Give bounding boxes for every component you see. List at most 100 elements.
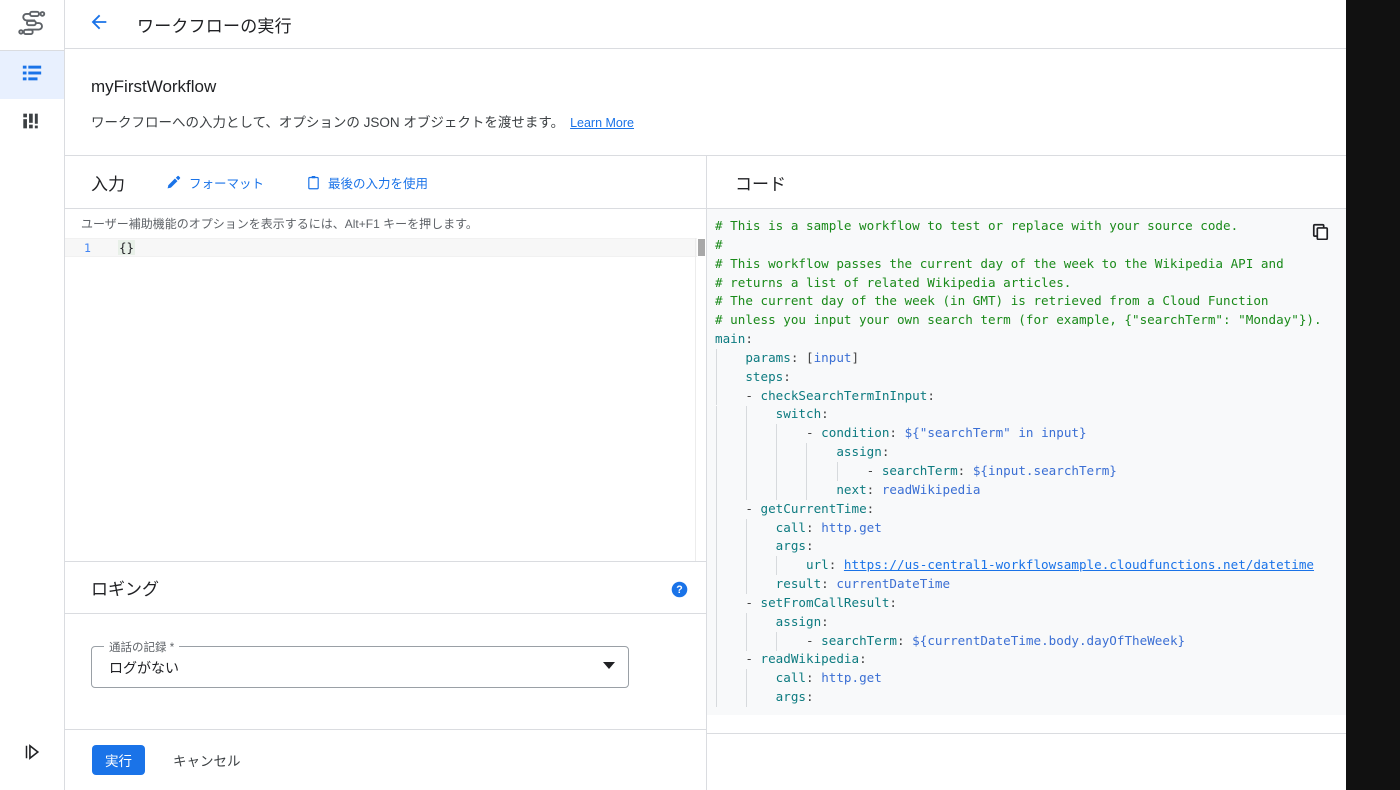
- call-logging-label: 通話の記録 *: [104, 639, 180, 655]
- indent-guide: [715, 688, 717, 708]
- call-logging-select[interactable]: 通話の記録 * ログがない: [91, 639, 629, 688]
- run-button[interactable]: 実行: [92, 745, 145, 775]
- code-token: :: [806, 689, 814, 705]
- input-column: 入力 フォーマット 最後の入力を使用 ユーザー補助機能のオプションを表示するには…: [65, 156, 707, 790]
- code-line: - setFromCallResult:: [715, 594, 1322, 613]
- code-line: # The current day of the week (in GMT) i…: [715, 292, 1322, 311]
- sidebar-item-executions[interactable]: [0, 51, 64, 99]
- code-token: ${input.searchTerm}: [972, 462, 1117, 478]
- code-token: ]: [851, 349, 860, 365]
- indent-guide: [776, 443, 778, 463]
- indent-guide: [776, 462, 778, 481]
- code-token: -: [745, 500, 761, 516]
- code-token: :: [828, 557, 844, 573]
- indent-guide: [715, 386, 717, 406]
- code-token: :: [889, 594, 898, 610]
- code-column: コード # This is a sample workflow to test …: [707, 156, 1346, 790]
- code-token: # returns a list of related Wikipedia ar…: [715, 274, 1072, 290]
- code-line: # This workflow passes the current day o…: [715, 255, 1322, 274]
- editor-scrollbar-track[interactable]: [697, 238, 706, 561]
- code-token: call: [775, 519, 807, 535]
- indent-guide: [836, 462, 838, 481]
- code-token: -: [866, 462, 882, 478]
- indent-guide: [776, 556, 778, 576]
- indent-guide: [715, 443, 717, 463]
- sidebar-item-dashboard[interactable]: [0, 99, 64, 147]
- sidebar-item-workflows[interactable]: [0, 0, 64, 50]
- code-token: -: [806, 425, 822, 441]
- workflow-description-block: myFirstWorkflow ワークフローへの入力として、オプションの JSO…: [65, 49, 1346, 156]
- code-token: args: [775, 538, 807, 554]
- svg-text:?: ?: [676, 584, 682, 596]
- input-json-editor[interactable]: ユーザー補助機能のオプションを表示するには、Alt+F1 キーを押します。 1 …: [65, 209, 706, 561]
- code-line: result: currentDateTime: [715, 575, 1322, 594]
- code-token: :: [821, 613, 829, 629]
- code-token: url: [806, 557, 829, 573]
- format-button-label: フォーマット: [189, 176, 265, 191]
- learn-more-link[interactable]: Learn More: [570, 116, 634, 130]
- indent-guide: [806, 462, 808, 481]
- format-button[interactable]: フォーマット: [166, 173, 264, 192]
- indent-guide: [806, 480, 808, 500]
- line-number: 1: [84, 241, 91, 255]
- code-viewer[interactable]: # This is a sample workflow to test or r…: [707, 209, 1346, 715]
- code-token: -: [745, 594, 761, 610]
- code-token: switch: [775, 406, 822, 422]
- code-bottom-divider: [707, 733, 1346, 734]
- help-circle-icon[interactable]: ?: [671, 581, 688, 603]
- use-last-input-button[interactable]: 最後の入力を使用: [306, 173, 428, 192]
- copy-icon[interactable]: [1312, 223, 1329, 245]
- left-nav-rail: [0, 0, 65, 790]
- code-token: :: [866, 500, 875, 516]
- cancel-button[interactable]: キャンセル: [167, 749, 247, 771]
- code-token: : [: [790, 349, 814, 365]
- executions-list-icon: [21, 62, 43, 89]
- format-brush-icon: [166, 174, 182, 190]
- indent-guide: [806, 443, 808, 463]
- code-token: # The current day of the week (in GMT) i…: [715, 293, 1269, 309]
- logging-panel-title: ロギング: [91, 580, 159, 599]
- indent-guide: [776, 480, 778, 500]
- top-app-bar: ワークフローの実行: [65, 0, 1346, 49]
- code-line: args:: [715, 688, 1322, 707]
- code-scrollbar-base: [707, 715, 1346, 732]
- chevron-down-icon[interactable]: [603, 662, 615, 669]
- code-token: :: [806, 519, 822, 535]
- workflow-description-text: ワークフローへの入力として、オプションの JSON オブジェクトを渡せます。: [91, 115, 565, 130]
- code-token: :: [866, 481, 882, 497]
- indent-guide: [715, 367, 717, 387]
- code-token: searchTerm: [881, 462, 958, 478]
- indent-guide: [745, 688, 747, 708]
- workflow-name: myFirstWorkflow: [91, 77, 217, 96]
- input-panel-header: 入力 フォーマット 最後の入力を使用: [65, 156, 706, 209]
- code-line: args:: [715, 537, 1322, 556]
- indent-guide: [715, 348, 717, 368]
- code-token: result: [775, 576, 822, 592]
- code-token: :: [821, 406, 829, 422]
- back-button[interactable]: [83, 8, 115, 40]
- editor-line-content[interactable]: {}: [118, 240, 136, 255]
- indent-guide: [715, 631, 717, 651]
- code-token: currentDateTime: [836, 576, 951, 592]
- editor-vertical-rule: [695, 238, 696, 561]
- indent-guide: [715, 499, 717, 519]
- indent-guide: [745, 537, 747, 557]
- editor-scrollbar-thumb[interactable]: [698, 239, 705, 256]
- code-token: :: [745, 331, 753, 347]
- indent-guide: [715, 424, 717, 444]
- code-line: # This is a sample workflow to test or r…: [715, 217, 1322, 236]
- code-token: -: [745, 651, 761, 667]
- code-token[interactable]: https://us-central1-workflowsample.cloud…: [844, 557, 1314, 572]
- expand-panel-button[interactable]: [0, 734, 64, 774]
- code-token: :: [806, 538, 814, 554]
- code-line: call: http.get: [715, 669, 1322, 688]
- indent-guide: [745, 443, 747, 463]
- editor-active-line[interactable]: 1 {}: [65, 238, 706, 257]
- code-token: checkSearchTermInInput: [760, 387, 928, 403]
- call-logging-value: ログがない: [109, 660, 179, 676]
- code-line: call: http.get: [715, 519, 1322, 538]
- indent-guide: [745, 405, 747, 425]
- code-token: # unless you input your own search term …: [715, 312, 1322, 328]
- logging-panel-body: 通話の記録 * ログがない: [65, 614, 706, 729]
- code-token: http.get: [821, 670, 882, 686]
